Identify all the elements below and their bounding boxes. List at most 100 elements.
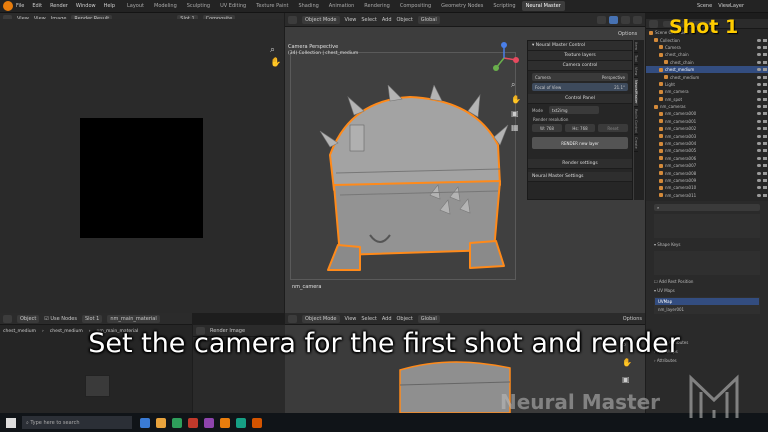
render-toggle-icon[interactable] <box>763 75 767 79</box>
app-icon[interactable] <box>204 417 214 428</box>
render-toggle-icon[interactable] <box>763 127 767 131</box>
render-toggle-icon[interactable] <box>763 179 767 182</box>
menu-help[interactable]: Help <box>104 3 115 9</box>
tab-rendering[interactable]: Rendering <box>360 1 394 11</box>
lower-options[interactable]: Options <box>623 316 642 322</box>
outliner-item[interactable]: chest_medium <box>646 65 768 74</box>
outliner-item[interactable]: nm_camera <box>646 88 768 95</box>
render-toggle-icon[interactable] <box>763 53 767 57</box>
tab-uv-editing[interactable]: UV Editing <box>216 1 250 11</box>
shader-node[interactable] <box>85 375 110 397</box>
editor-type-icon[interactable] <box>288 314 297 323</box>
eye-icon[interactable] <box>757 68 761 72</box>
uv-map-item[interactable]: nm_layer001 <box>655 305 759 312</box>
view-layer-selector[interactable]: ViewLayer <box>718 3 744 9</box>
tab-modeling[interactable]: Modeling <box>150 1 181 11</box>
eye-icon[interactable] <box>757 60 761 64</box>
render-toggle-icon[interactable] <box>763 112 767 116</box>
render-toggle-icon[interactable] <box>763 164 767 168</box>
render-new-layer-button[interactable]: RENDER new layer <box>532 137 628 149</box>
shape-keys-header[interactable]: ▾ Shape Keys <box>646 240 768 249</box>
reset-button[interactable]: Reset <box>598 124 628 132</box>
tab-neural-master[interactable]: Neural Master <box>521 1 565 11</box>
render-toggle-icon[interactable] <box>763 82 767 86</box>
outliner-item[interactable]: nm_camera008 <box>646 169 768 176</box>
eye-icon[interactable] <box>757 179 761 182</box>
render-toggle-icon[interactable] <box>763 156 767 160</box>
viewport-menu-add[interactable]: Add <box>382 17 392 23</box>
use-nodes-checkbox[interactable]: ☑ Use Nodes <box>44 316 77 322</box>
mode-selector[interactable]: txt2img <box>548 106 599 114</box>
vertex-groups-list[interactable] <box>654 214 760 238</box>
eye-icon[interactable] <box>757 134 761 138</box>
viewport-menu-object[interactable]: Object <box>397 316 413 322</box>
render-toggle-icon[interactable] <box>763 97 767 101</box>
shape-keys-list[interactable] <box>654 251 760 275</box>
tab-item[interactable]: Item <box>634 40 638 53</box>
tab-sculpting[interactable]: Sculpting <box>183 1 214 11</box>
tab-tool[interactable]: Tool <box>634 53 638 65</box>
eye-icon[interactable] <box>757 193 761 197</box>
res-height-field[interactable]: Hs: 768 <box>565 124 595 132</box>
uv-map-item[interactable]: UVMap <box>655 298 759 306</box>
tab-scripting[interactable]: Scripting <box>489 1 519 11</box>
outliner-item[interactable]: Light <box>646 81 768 88</box>
render-toggle-icon[interactable] <box>763 142 767 146</box>
hand-icon[interactable]: ✋ <box>511 95 521 104</box>
render-toggle-icon[interactable] <box>763 186 767 190</box>
tab-view[interactable]: View <box>634 65 638 79</box>
eye-icon[interactable] <box>757 112 761 116</box>
eye-icon[interactable] <box>757 186 761 190</box>
app-icon[interactable] <box>252 417 262 428</box>
mode-selector[interactable]: Object Mode <box>302 15 340 24</box>
outliner-item[interactable]: chest_medium <box>646 73 768 80</box>
zoom-icon[interactable]: ⌕ <box>270 45 275 55</box>
viewport-options[interactable]: Options <box>618 31 637 37</box>
render-toggle-icon[interactable] <box>763 149 767 153</box>
viewport-menu-select[interactable]: Select <box>361 316 376 322</box>
eye-icon[interactable] <box>757 142 761 146</box>
outliner-item[interactable]: nm_cameras <box>646 103 768 110</box>
tab-rodin-control[interactable]: Rodin Control <box>634 107 638 136</box>
outliner-item[interactable]: nm_camera009 <box>646 177 768 184</box>
grid-icon[interactable]: ▦ <box>511 123 521 132</box>
uv-maps-header[interactable]: ▾ UV Maps <box>646 286 768 295</box>
tab-geometry-nodes[interactable]: Geometry Nodes <box>437 1 487 11</box>
object-selector[interactable]: Object <box>17 314 40 323</box>
blender-app-icon[interactable] <box>220 417 230 428</box>
orientation-selector[interactable]: Global <box>417 15 440 24</box>
eye-icon[interactable] <box>757 38 761 42</box>
render-settings-section[interactable]: Render settings <box>528 159 632 169</box>
render-toggle-icon[interactable] <box>763 45 767 49</box>
app-icon[interactable] <box>172 417 182 428</box>
eye-icon[interactable] <box>757 90 761 94</box>
menu-window[interactable]: Window <box>76 3 96 9</box>
wireframe-shading-icon[interactable] <box>597 15 606 24</box>
editor-type-icon[interactable] <box>649 19 658 28</box>
properties-search[interactable]: ⌕ <box>654 204 760 211</box>
tab-neuralmaster[interactable]: NeuralMaster <box>634 78 638 107</box>
outliner-item[interactable]: nm_camera001 <box>646 118 768 125</box>
outliner-item[interactable]: nm_camera000 <box>646 110 768 117</box>
tab-compositing[interactable]: Compositing <box>396 1 435 11</box>
eye-icon[interactable] <box>757 164 761 168</box>
camera-view-icon[interactable]: ▣ <box>622 375 632 384</box>
material-selector[interactable]: nm_main_material <box>107 314 160 323</box>
blender-logo-icon[interactable] <box>3 1 13 11</box>
render-toggle-icon[interactable] <box>763 193 767 197</box>
control-panel-section[interactable]: Control Panel <box>528 94 632 104</box>
chest-model[interactable] <box>310 85 510 275</box>
outliner-item[interactable]: nm_camera007 <box>646 162 768 169</box>
outliner-item[interactable]: nm_camera002 <box>646 125 768 132</box>
eye-icon[interactable] <box>757 53 761 57</box>
navigation-gizmo[interactable] <box>488 42 520 74</box>
taskbar-search[interactable]: ⌕ Type here to search <box>22 416 132 429</box>
add-rest-position-checkbox[interactable]: ☐ Add Rest Position <box>646 277 768 286</box>
outliner-item[interactable]: nm_camera003 <box>646 132 768 139</box>
app-icon[interactable] <box>140 417 150 428</box>
outliner-item[interactable]: chest_chain <box>646 51 768 58</box>
app-icon[interactable] <box>156 417 166 428</box>
panel-header[interactable]: ▾ Neural Master Control <box>528 41 632 51</box>
render-toggle-icon[interactable] <box>763 68 767 72</box>
tab-create[interactable]: Create <box>634 135 638 152</box>
